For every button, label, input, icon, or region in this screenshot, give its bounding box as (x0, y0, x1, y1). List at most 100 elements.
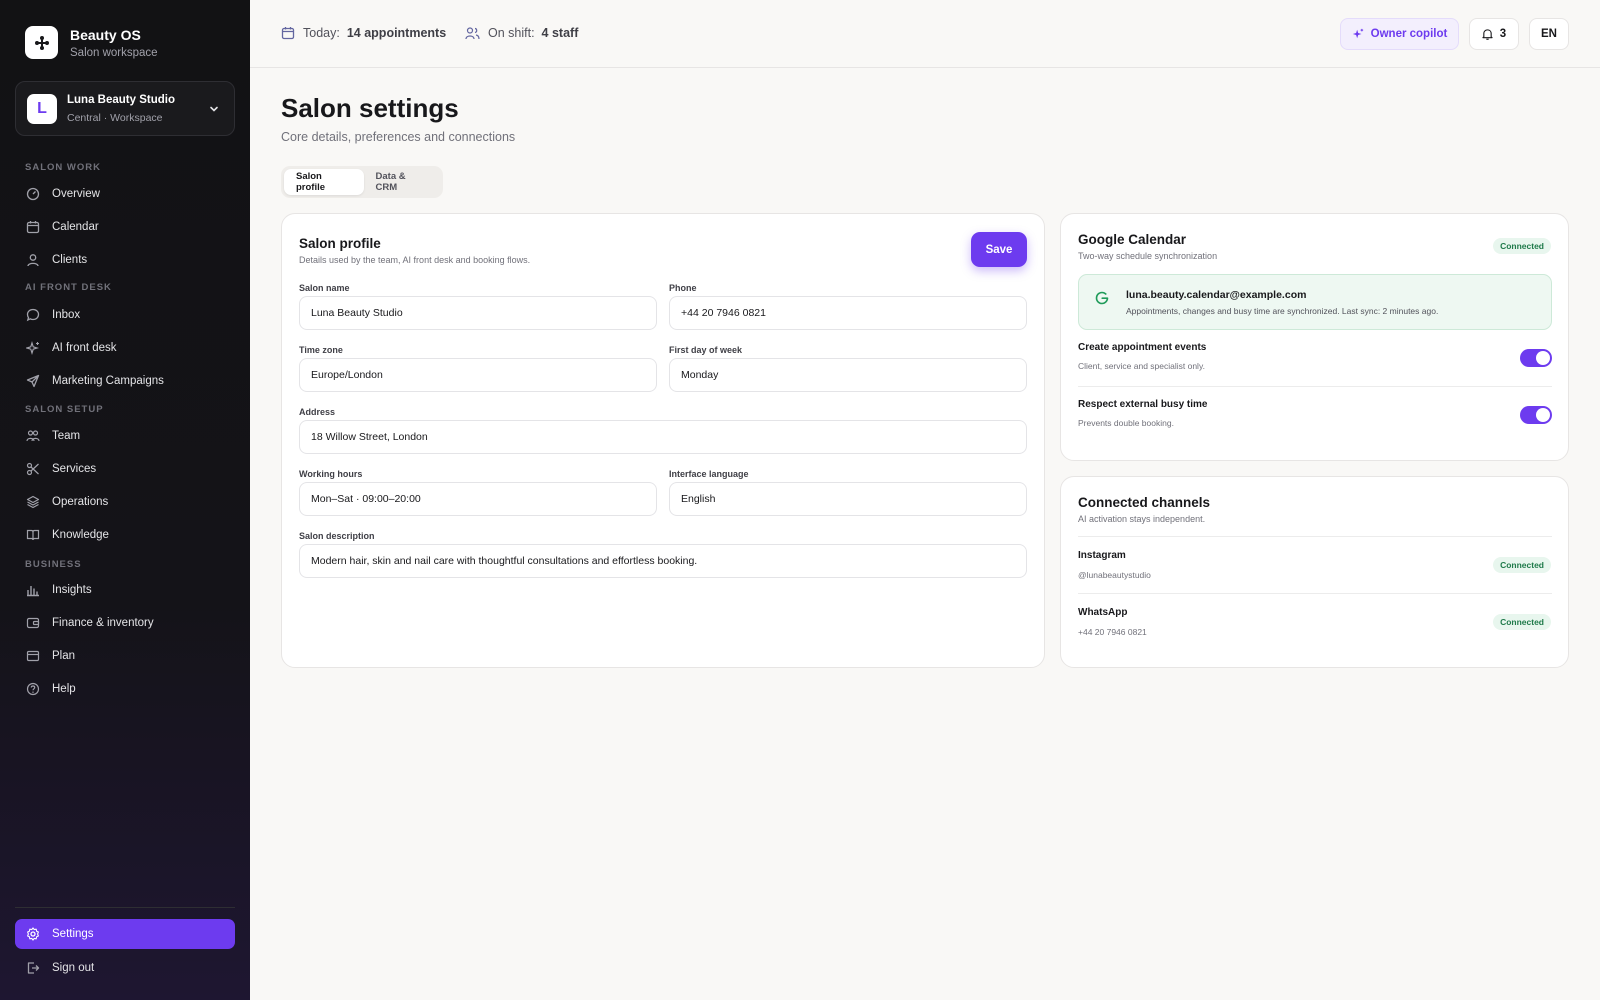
shift-value: 4 staff (541, 26, 579, 40)
sidebar-item-overview[interactable]: Overview (15, 179, 235, 209)
language-button[interactable]: EN (1529, 18, 1569, 50)
brand-subtitle: Salon workspace (70, 46, 158, 59)
calendar-icon (25, 220, 40, 235)
divider (1078, 593, 1552, 594)
notifications-button[interactable]: 3 (1469, 18, 1519, 50)
settings-tabs: Salon profile Data & CRM (281, 166, 443, 198)
save-button[interactable]: Save (971, 232, 1027, 267)
nav-section-salon-setup: SALON SETUP (25, 404, 104, 415)
sidebar-divider (15, 907, 235, 908)
connected-channels-title: Connected channels (1078, 495, 1211, 510)
bar-chart-icon (25, 583, 40, 598)
book-icon (25, 528, 40, 543)
sidebar-item-help[interactable]: Help (15, 674, 235, 704)
nav-section-salon-work: SALON WORK (25, 162, 101, 173)
card-icon (25, 649, 40, 664)
sidebar-item-team[interactable]: Team (15, 421, 235, 451)
workspace-avatar: L (27, 93, 57, 124)
tab-salon-profile[interactable]: Salon profile (284, 169, 364, 195)
phone-input[interactable]: +44 20 7946 0821 (669, 296, 1027, 330)
sidebar-item-label: Help (52, 683, 76, 695)
salon-name-input[interactable]: Luna Beauty Studio (299, 296, 657, 330)
brand-logo-icon (25, 26, 58, 59)
gear-icon (25, 927, 40, 942)
today-appointments-stat: Today: 14 appointments (281, 26, 446, 40)
chevron-down-icon (208, 102, 220, 120)
create-events-title: Create appointment events (1078, 342, 1207, 353)
address-input[interactable]: 18 Willow Street, London (299, 420, 1027, 454)
team-icon (465, 26, 480, 40)
connected-channels-card: Connected channels AI activation stays i… (1060, 476, 1569, 668)
salon-profile-subtitle: Details used by the team, AI front desk … (299, 255, 531, 265)
busy-time-toggle[interactable] (1520, 406, 1552, 424)
sidebar-item-inbox[interactable]: Inbox (15, 300, 235, 330)
sidebar-item-settings[interactable]: Settings (15, 919, 235, 949)
sidebar: Beauty OS Salon workspace L Luna Beauty … (0, 0, 250, 1000)
interface-language-input[interactable]: English (669, 482, 1027, 516)
sidebar-item-plan[interactable]: Plan (15, 641, 235, 671)
sidebar-item-marketing-campaigns[interactable]: Marketing Campaigns (15, 366, 235, 396)
topbar: Today: 14 appointments On shift: 4 staff… (250, 0, 1600, 68)
sidebar-item-label: Operations (52, 496, 109, 508)
salon-profile-title: Salon profile (299, 236, 381, 251)
toggle-knob (1536, 351, 1550, 365)
workspace-switcher[interactable]: L Luna Beauty Studio Central · Workspace (15, 81, 235, 136)
brand: Beauty OS Salon workspace (25, 26, 158, 59)
shift-label: On shift: (488, 26, 535, 40)
chat-icon (25, 308, 40, 323)
workspace-name: Luna Beauty Studio (67, 93, 175, 106)
sidebar-item-finance-inventory[interactable]: Finance & inventory (15, 608, 235, 638)
sidebar-item-clients[interactable]: Clients (15, 245, 235, 275)
sign-out-icon (25, 961, 40, 976)
sidebar-item-calendar[interactable]: Calendar (15, 212, 235, 242)
team-icon (25, 429, 40, 444)
busy-time-desc: Prevents double booking. (1078, 418, 1174, 428)
help-icon (25, 682, 40, 697)
owner-copilot-button[interactable]: Owner copilot (1340, 18, 1459, 50)
sidebar-item-insights[interactable]: Insights (15, 575, 235, 605)
sidebar-item-label: AI front desk (52, 342, 117, 354)
notifications-count: 3 (1499, 28, 1507, 40)
salon-name-label: Salon name (299, 283, 350, 293)
salon-description-input[interactable]: Modern hair, skin and nail care with tho… (299, 544, 1027, 578)
scissors-icon (25, 462, 40, 477)
first-day-label: First day of week (669, 345, 743, 355)
channel-name-instagram: Instagram (1078, 550, 1126, 561)
google-calendar-card: Google Calendar Two-way schedule synchro… (1060, 213, 1569, 461)
sync-description: Appointments, changes and busy time are … (1126, 306, 1439, 316)
sidebar-item-sign-out[interactable]: Sign out (15, 953, 235, 983)
workspace-subtitle: Central · Workspace (67, 111, 163, 124)
sidebar-item-label: Team (52, 430, 81, 442)
sidebar-item-label: Knowledge (52, 529, 109, 541)
sidebar-item-label: Clients (52, 254, 88, 266)
sidebar-item-label: Settings (52, 928, 94, 940)
first-day-input[interactable]: Monday (669, 358, 1027, 392)
today-value: 14 appointments (346, 26, 447, 40)
sidebar-item-label: Sign out (52, 962, 95, 974)
status-badge: Connected (1493, 238, 1551, 254)
google-calendar-title: Google Calendar (1078, 232, 1187, 247)
google-icon (1094, 290, 1110, 311)
working-hours-input[interactable]: Mon–Sat · 09:00–20:00 (299, 482, 657, 516)
sidebar-item-label: Plan (52, 650, 76, 662)
sidebar-item-operations[interactable]: Operations (15, 487, 235, 517)
layers-icon (25, 495, 40, 510)
channel-handle-whatsapp: +44 20 7946 0821 (1078, 627, 1147, 637)
time-zone-input[interactable]: Europe/London (299, 358, 657, 392)
salon-description-label: Salon description (299, 531, 375, 541)
sidebar-item-ai-front-desk[interactable]: AI front desk (15, 333, 235, 363)
sidebar-item-knowledge[interactable]: Knowledge (15, 520, 235, 550)
salon-profile-card: Salon profile Details used by the team, … (281, 213, 1045, 668)
sidebar-item-label: Marketing Campaigns (52, 375, 164, 387)
create-events-toggle[interactable] (1520, 349, 1552, 367)
sidebar-item-services[interactable]: Services (15, 454, 235, 484)
busy-time-title: Respect external busy time (1078, 399, 1208, 410)
on-shift-stat: On shift: 4 staff (465, 26, 578, 40)
sidebar-item-label: Insights (52, 584, 92, 596)
tab-data-crm[interactable]: Data & CRM (364, 169, 440, 195)
user-icon (25, 253, 40, 268)
nav-section-ai-front-desk: AI FRONT DESK (25, 282, 112, 293)
divider (1078, 386, 1552, 387)
page-title: Salon settings (281, 93, 459, 123)
google-account-email: luna.beauty.calendar@example.com (1126, 289, 1307, 301)
